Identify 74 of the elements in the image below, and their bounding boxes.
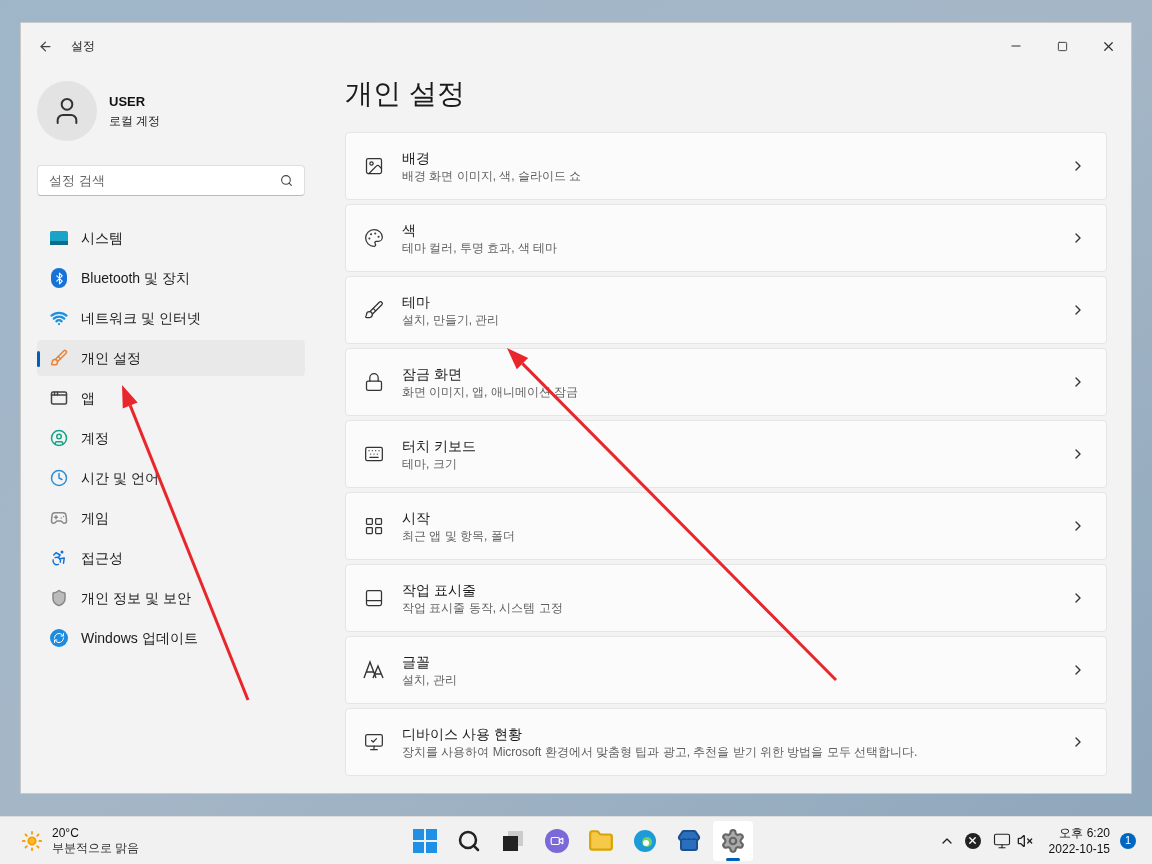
windows-logo-icon (413, 829, 437, 853)
card-title: 글꼴 (402, 652, 431, 672)
card-title: 디바이스 사용 현황 (402, 724, 523, 744)
selection-indicator (37, 351, 40, 367)
task-view-icon (501, 829, 525, 853)
card-title: 테마 (402, 292, 431, 312)
apps-icon (49, 388, 69, 408)
error-icon (964, 832, 981, 849)
page-title: 개인 설정 (345, 77, 466, 111)
brush-icon (49, 348, 69, 368)
card-title: 작업 표시줄 (402, 580, 477, 600)
card-description: 배경 화면 이미지, 색, 슬라이드 쇼 (402, 167, 582, 184)
chat-icon (545, 829, 569, 853)
palette-icon (362, 226, 386, 250)
settings-card[interactable]: 배경 배경 화면 이미지, 색, 슬라이드 쇼 (345, 132, 1107, 200)
notification-badge[interactable]: 1 (1120, 832, 1136, 849)
maximize-icon (1056, 40, 1068, 52)
search-field[interactable]: 설정 검색 (37, 165, 305, 196)
nav-item[interactable]: 시간 및 언어 (37, 460, 305, 496)
weather-widget[interactable]: 20°C 부분적으로 맑음 (20, 825, 140, 856)
nav-item[interactable]: 게임 (37, 500, 305, 536)
card-description: 장치를 사용하여 Microsoft 환경에서 맞춤형 팁과 광고, 추천을 받기 위한 방법을 모두 선택합니다. (402, 743, 918, 760)
nav-item[interactable]: 개인 설정 (37, 340, 305, 376)
date: 2022-10-15 (1048, 840, 1110, 857)
nav-item[interactable]: 계정 (37, 420, 305, 456)
person-icon (49, 428, 69, 448)
settings-card[interactable]: 잠금 화면 화면 이미지, 앱, 애니메이션 잠금 (345, 348, 1107, 416)
muted-speaker-icon[interactable] (1016, 832, 1033, 849)
weather-icon (20, 828, 44, 853)
folder-icon (588, 828, 614, 854)
settings-card[interactable]: 터치 키보드 테마, 크기 (345, 420, 1107, 488)
window-title: 설정 (71, 38, 95, 55)
card-title: 배경 (402, 148, 431, 168)
settings-card[interactable]: 글꼴 설치, 관리 (345, 636, 1107, 704)
back-button[interactable] (37, 38, 53, 54)
gear-icon (720, 828, 746, 854)
search-icon (280, 174, 293, 187)
card-title: 터치 키보드 (402, 436, 476, 456)
card-description: 최근 앱 및 항목, 폴더 (402, 527, 515, 544)
nav-item[interactable]: 시스템 (37, 220, 305, 256)
gear-button[interactable] (713, 821, 753, 861)
card-description: 설치, 관리 (402, 671, 457, 688)
weather-condition: 부분적으로 맑음 (52, 840, 140, 856)
card-title: 잠금 화면 (402, 364, 463, 384)
nav-item[interactable]: Bluetooth 및 장치 (37, 260, 305, 296)
clock[interactable]: 오후 6:20 2022-10-15 (1048, 824, 1110, 857)
nav-item[interactable]: Windows 업데이트 (37, 620, 305, 656)
nav-item[interactable]: 개인 정보 및 보안 (37, 580, 305, 616)
account-type: 로컬 계정 (109, 112, 161, 130)
store-icon (677, 829, 701, 853)
settings-card[interactable]: 작업 표시줄 작업 표시줄 동작, 시스템 고정 (345, 564, 1107, 632)
temperature: 20°C (52, 825, 80, 841)
time: 오후 6:20 (1059, 824, 1110, 841)
card-description: 테마, 크기 (402, 455, 458, 472)
card-description: 작업 표시줄 동작, 시스템 고정 (402, 599, 563, 616)
settings-card[interactable]: 디바이스 사용 현황 장치를 사용하여 Microsoft 환경에서 맞춤형 팁과 광고, 추천을 받기 위한 방법을 모두 선택합니다. (345, 708, 1107, 776)
refresh-icon (49, 628, 69, 648)
card-description: 화면 이미지, 앱, 애니메이션 잠금 (402, 383, 578, 400)
settings-card[interactable]: 테마 설치, 만들기, 관리 (345, 276, 1107, 344)
card-title: 시작 (402, 508, 431, 528)
user-name: USER (109, 93, 147, 112)
card-title: 색 (402, 220, 417, 240)
card-description: 설치, 만들기, 관리 (402, 311, 500, 328)
shield-icon (49, 588, 69, 608)
settings-card[interactable]: 시작 최근 앱 및 항목, 폴더 (345, 492, 1107, 560)
search-icon (457, 829, 481, 853)
bluetooth-icon (49, 268, 69, 288)
nav-item[interactable]: 접근성 (37, 540, 305, 576)
monitor-icon (49, 228, 69, 248)
card-description: 테마 컬러, 투명 효과, 색 테마 (402, 239, 558, 256)
nav-item[interactable]: 네트워크 및 인터넷 (37, 300, 305, 336)
settings-card[interactable]: 색 테마 컬러, 투명 효과, 색 테마 (345, 204, 1107, 272)
nav-item[interactable]: 앱 (37, 380, 305, 416)
network-icon[interactable] (992, 831, 1011, 850)
